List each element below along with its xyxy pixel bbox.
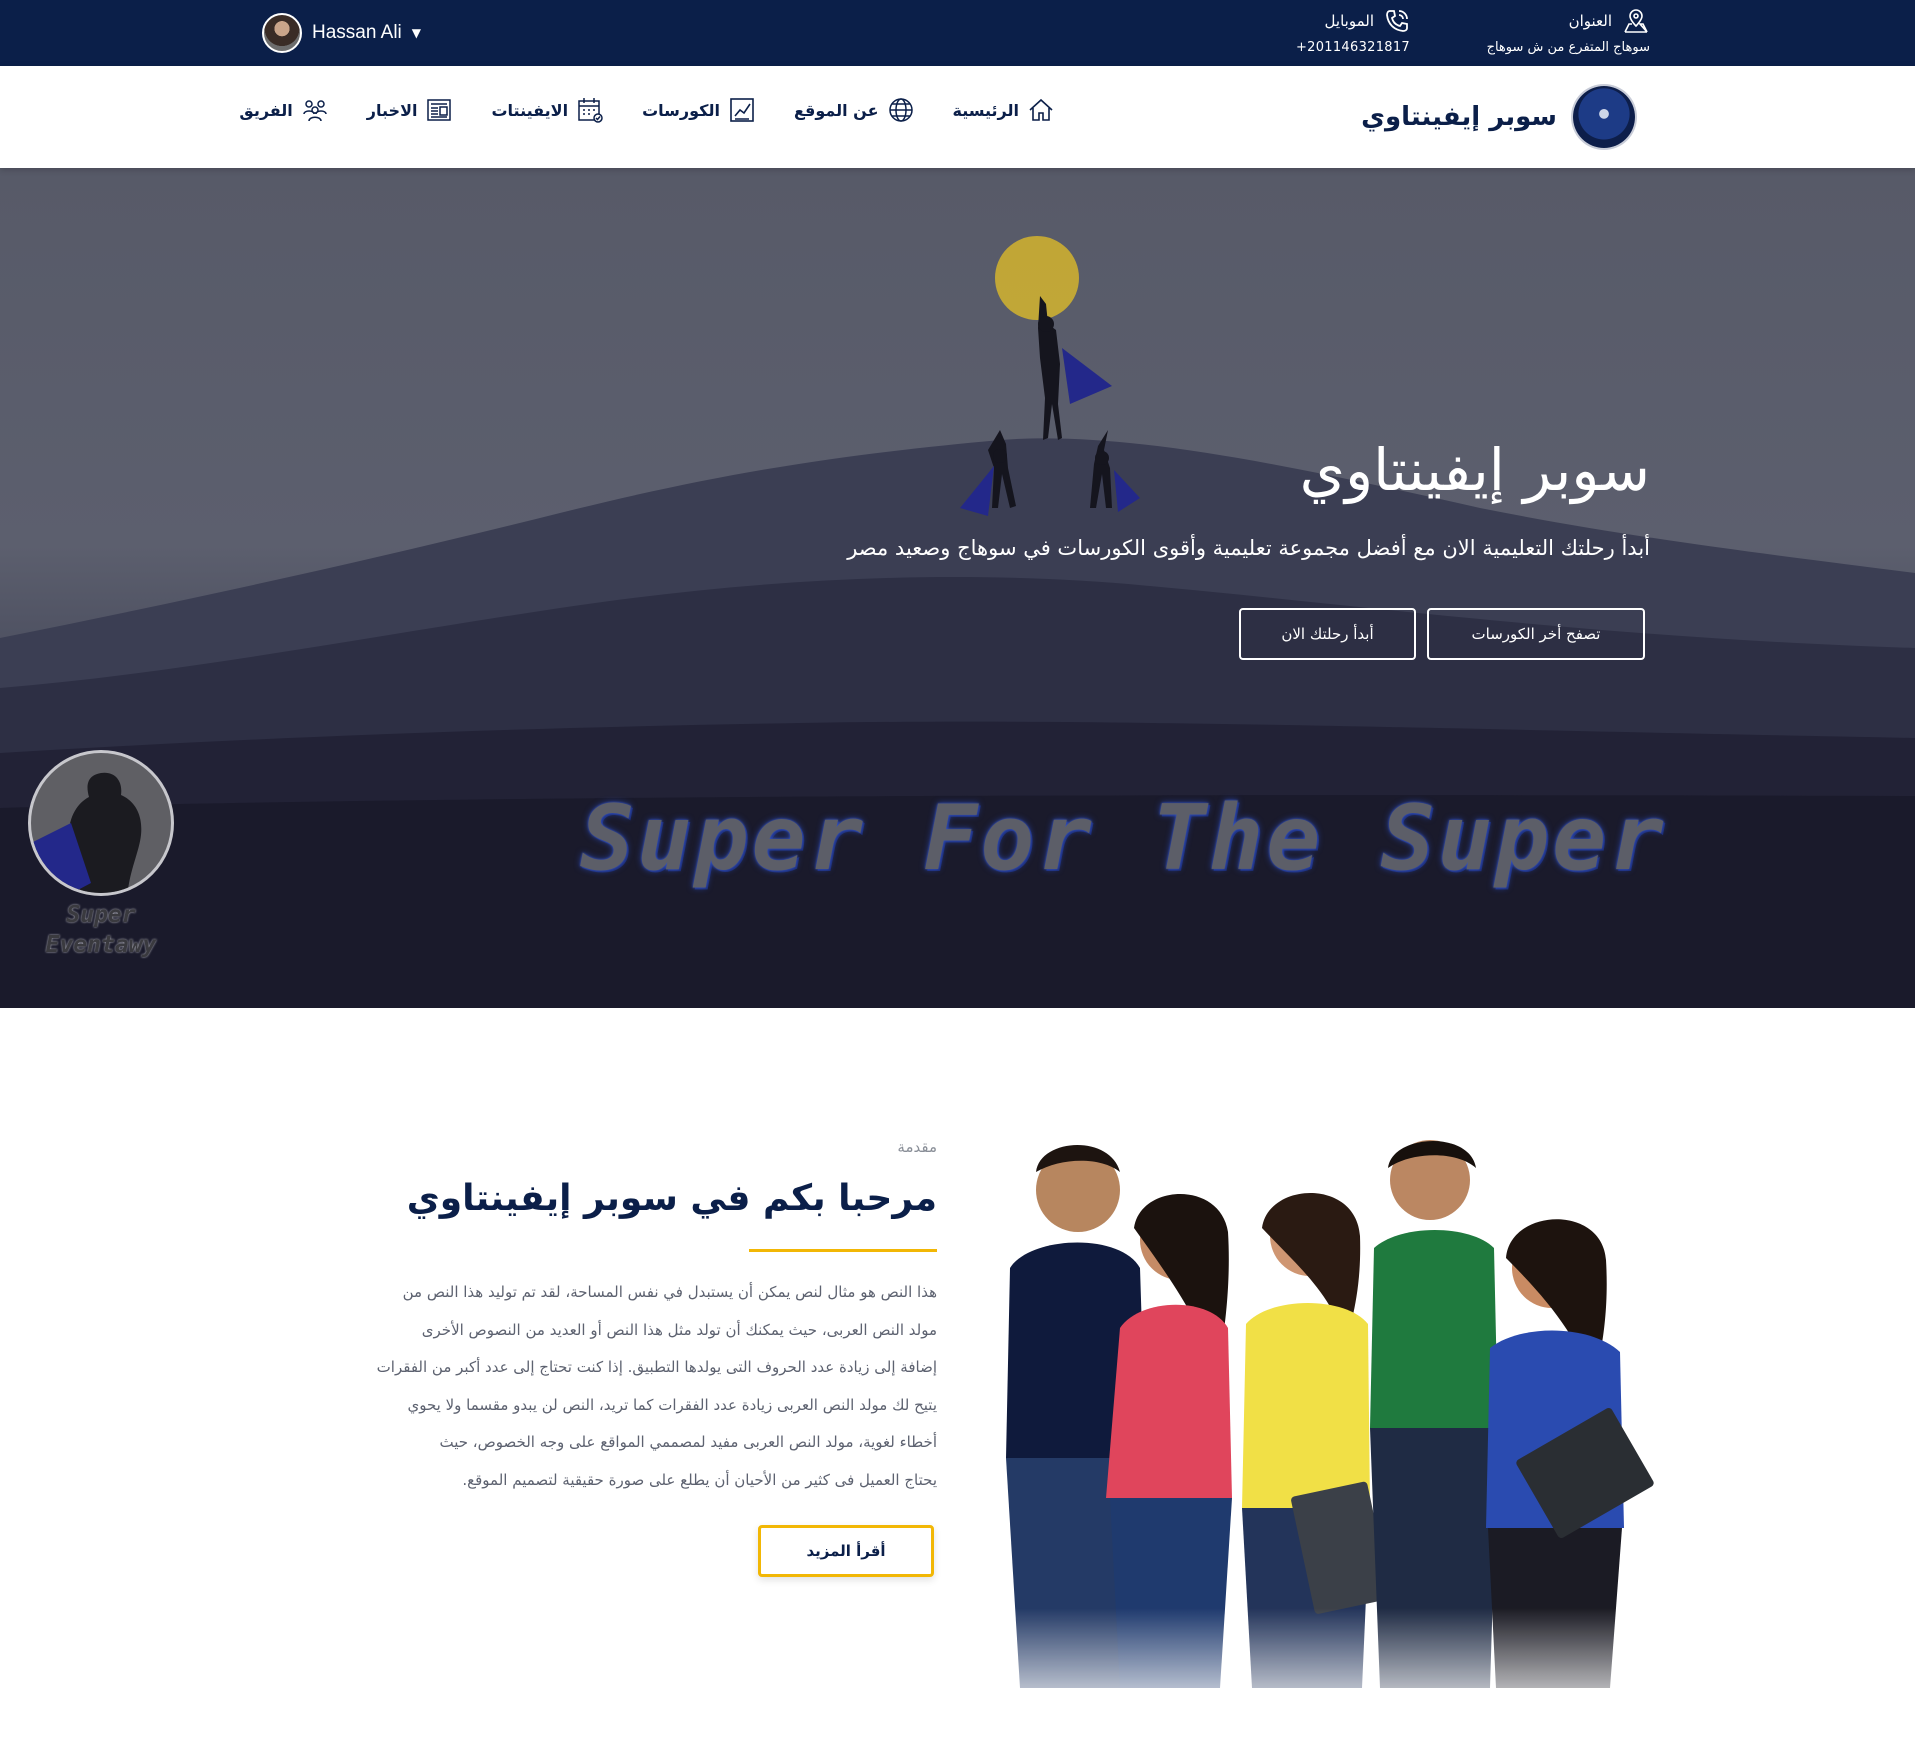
heading-underline — [749, 1249, 937, 1252]
intro-heading: مرحبا بكم في سوبر إيفينتاوي — [406, 1178, 937, 1219]
main-nav: الرئيسية عن الموقع الكورسات الايفينتات ا… — [239, 96, 1055, 124]
team-icon — [303, 100, 327, 122]
calendar-icon — [578, 98, 603, 123]
address-value: سوهاج المتفرع من ش سوهاج — [1486, 40, 1650, 55]
watermark-line2: Eventawy — [45, 932, 157, 958]
intro-paragraph-line: أخطاء لغوية، مولد النص العربى مفيد لمصمم… — [439, 1433, 937, 1451]
phone-icon — [1386, 10, 1408, 32]
read-more-button[interactable]: أقرأ المزيد — [758, 1525, 934, 1577]
intro-eyebrow: مقدمة — [897, 1138, 937, 1156]
main-navbar: سوبر إيفينتاوي الرئيسية عن الموقع الكورس… — [0, 66, 1915, 168]
watermark-text: Super Eventawy — [24, 900, 178, 960]
top-bar: Hassan Ali ▼ العنوان سوهاج المتفرع من ش … — [0, 0, 1915, 66]
mobile-value: +201146321817 — [1295, 40, 1410, 55]
hero-title: سوبر إيفينتاوي — [1299, 436, 1650, 504]
nav-item-label: الاخبار — [366, 100, 418, 120]
start-journey-button[interactable]: أبدأ رحلتك الان — [1239, 608, 1416, 660]
mobile-label: الموبايل — [1324, 12, 1374, 30]
browse-courses-button[interactable]: تصفح أخر الكورسات — [1427, 608, 1645, 660]
chevron-down-icon[interactable]: ▼ — [412, 26, 421, 40]
intro-section: مقدمة مرحبا بكم في سوبر إيفينتاوي هذا ال… — [0, 1008, 1915, 1758]
address-label: العنوان — [1568, 12, 1612, 30]
nav-item-label: الكورسات — [642, 100, 720, 120]
intro-text-block: مقدمة مرحبا بكم في سوبر إيفينتاوي هذا ال… — [257, 1138, 937, 1499]
hero-slogan: Super For The Super — [580, 786, 1667, 891]
user-avatar[interactable] — [262, 13, 302, 53]
intro-paragraph-line: إضافة إلى زيادة عدد الحروف التى يولدها ا… — [376, 1358, 937, 1376]
nav-item-label: الايفينتات — [491, 100, 569, 120]
newspaper-icon — [427, 99, 452, 121]
students-photo — [970, 1128, 1660, 1728]
nav-item-label: عن الموقع — [793, 100, 879, 120]
home-icon — [1029, 98, 1053, 121]
intro-paragraph-line: هذا النص هو مثال لنص يمكن أن يستبدل في ن… — [402, 1283, 937, 1301]
chart-board-icon — [730, 98, 754, 122]
intro-paragraph-line: يتيح لك مولد النص العربى زيادة عدد الفقر… — [407, 1395, 937, 1414]
intro-paragraph: هذا النص هو مثال لنص يمكن أن يستبدل في ن… — [257, 1274, 937, 1499]
hero-subtitle: أبدأ رحلتك التعليمية الان مع أفضل مجموعة… — [847, 536, 1650, 560]
intro-paragraph-line: مولد النص العربى، حيث يمكنك أن تولد مثل … — [421, 1320, 937, 1339]
mobile-contact: الموبايل +201146321817 — [1250, 8, 1410, 55]
user-menu[interactable]: Hassan Ali ▼ — [262, 13, 421, 53]
watermark-line1: Super — [66, 902, 136, 928]
user-name[interactable]: Hassan Ali — [312, 22, 402, 44]
hero-section: سوبر إيفينتاوي أبدأ رحلتك التعليمية الان… — [0, 168, 1915, 1008]
brand-name[interactable]: سوبر إيفينتاوي — [1361, 102, 1557, 132]
nav-item-label: الفريق — [239, 100, 293, 120]
brand[interactable]: سوبر إيفينتاوي — [1361, 84, 1635, 150]
brand-logo[interactable] — [1573, 86, 1635, 148]
map-location-icon — [1624, 9, 1648, 33]
nav-item-events[interactable]: الايفينتات — [491, 96, 604, 124]
intro-paragraph-line: يحتاج العميل فى كثير من الأحيان أن يطلع … — [462, 1470, 937, 1489]
superhero-silhouette-icon — [28, 750, 174, 896]
nav-item-team[interactable]: الفريق — [239, 96, 328, 124]
address-contact: العنوان سوهاج المتفرع من ش سوهاج — [1420, 8, 1650, 55]
nav-item-label: الرئيسية — [952, 100, 1020, 120]
watermark-logo: Super Eventawy — [24, 750, 178, 972]
nav-item-about[interactable]: عن الموقع — [794, 96, 915, 124]
nav-item-courses[interactable]: الكورسات — [642, 96, 756, 124]
globe-icon — [888, 98, 913, 122]
nav-item-news[interactable]: الاخبار — [367, 96, 454, 124]
nav-item-home[interactable]: الرئيسية — [953, 96, 1056, 124]
